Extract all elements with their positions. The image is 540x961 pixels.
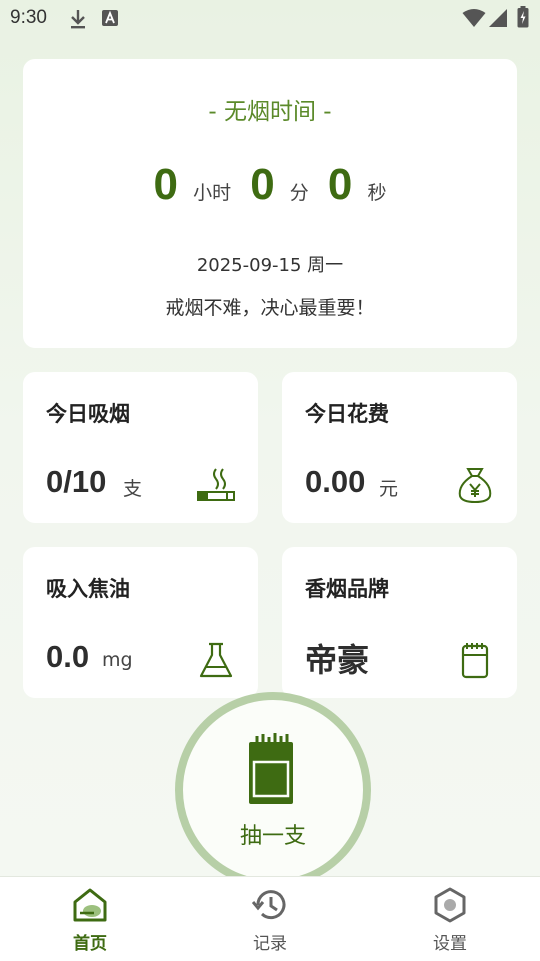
tar-intake-value: 0.0: [46, 639, 90, 674]
seconds-value: 0: [327, 160, 353, 209]
cigarette-brand-label: 香烟品牌: [305, 577, 389, 601]
tar-intake-label: 吸入焦油: [46, 577, 130, 601]
a-badge-icon: [102, 10, 118, 26]
today-smoked-unit: 支: [123, 478, 143, 500]
download-icon: [71, 10, 85, 29]
home-icon: [73, 888, 107, 922]
today-cost-value: 0.00: [305, 464, 366, 499]
smoke-one-label: 抽一支: [239, 824, 306, 849]
notepad-icon: [461, 643, 489, 679]
settings-icon: [434, 887, 466, 923]
signal-icon: [489, 9, 507, 27]
smoke-one-button[interactable]: 抽一支: [175, 692, 371, 888]
nav-home-label: 首页: [73, 934, 107, 954]
cigarette-icon: [197, 468, 235, 501]
nav-settings[interactable]: 设置: [360, 877, 540, 961]
nav-history[interactable]: 记录: [180, 877, 360, 961]
today-smoked-card: 今日吸烟 0/10 支: [23, 372, 258, 523]
nav-home[interactable]: 首页: [0, 877, 180, 961]
today-cost-label: 今日花费: [305, 402, 389, 426]
hours-value: 0: [153, 160, 178, 209]
nav-history-label: 记录: [253, 934, 287, 954]
cigarette-pack-icon: [249, 733, 293, 804]
bottom-nav: 首页 记录 设置: [0, 876, 540, 961]
nav-settings-label: 设置: [433, 934, 467, 954]
flask-icon: [199, 642, 233, 678]
history-icon: [252, 890, 286, 920]
tar-intake-unit: mg: [102, 649, 133, 671]
minutes-value: 0: [250, 160, 275, 209]
cigarette-brand-value: 帝豪: [305, 641, 370, 679]
today-cost-card: 今日花费 0.00 元: [282, 372, 517, 523]
hours-unit: 小时: [193, 182, 232, 204]
today-cost-unit: 元: [379, 478, 399, 500]
money-bag-icon: [458, 468, 492, 504]
status-bar: 9:30: [0, 0, 540, 36]
status-time: 9:30: [10, 7, 47, 28]
motto-text: 戒烟不难，决心最重要！: [165, 297, 375, 319]
smoke-free-time-title: - 无烟时间 -: [208, 99, 332, 125]
minutes-unit: 分: [289, 182, 309, 204]
cigarette-brand-card[interactable]: 香烟品牌 帝豪: [282, 547, 517, 698]
seconds-unit: 秒: [367, 182, 387, 204]
date-display: 2025-09-15 周一: [196, 255, 344, 276]
wifi-icon: [462, 9, 486, 27]
timer-display: 0 小时 0 分 0 秒: [0, 160, 540, 210]
today-smoked-value: 0/10: [46, 464, 107, 499]
battery-icon: [517, 6, 529, 28]
today-smoked-label: 今日吸烟: [46, 402, 130, 426]
tar-intake-card: 吸入焦油 0.0 mg: [23, 547, 258, 698]
